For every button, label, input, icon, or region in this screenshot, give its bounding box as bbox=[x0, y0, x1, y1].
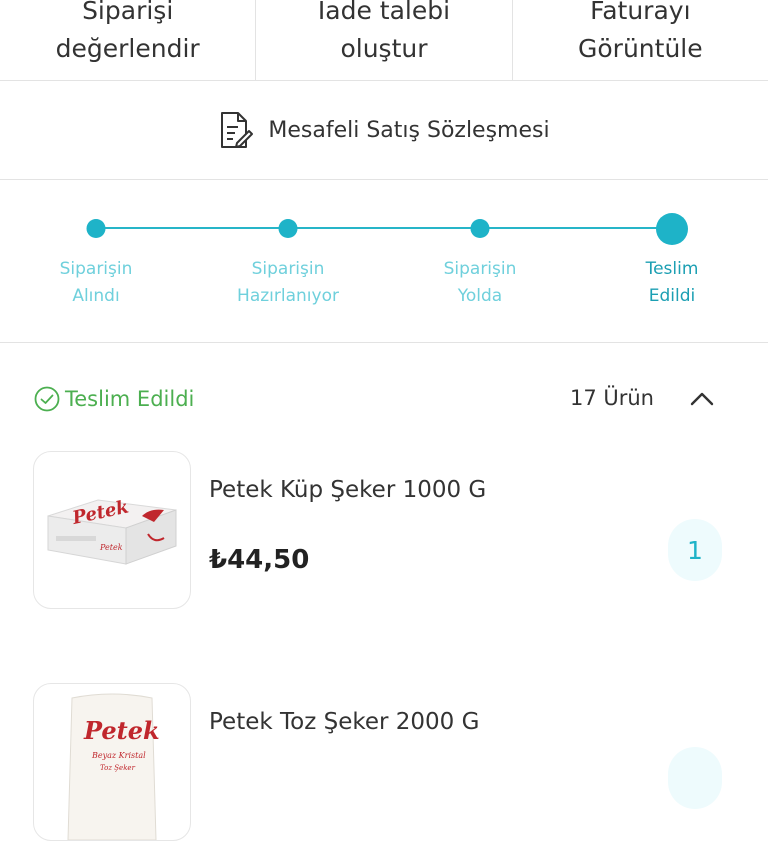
product-image: Petek Beyaz Kristal Toz Şeker bbox=[33, 683, 191, 841]
progress-line bbox=[96, 227, 672, 229]
create-return-button[interactable]: İade talebi oluştur bbox=[256, 0, 513, 80]
step-dot-preparing bbox=[278, 219, 298, 238]
view-invoice-label: Faturayı Görüntüle bbox=[578, 0, 703, 63]
brand-logo-text: Petek bbox=[83, 716, 160, 745]
rate-order-label: Siparişi değerlendir bbox=[55, 0, 200, 63]
shipment-status-row: Teslim Edildi 17 Ürün bbox=[0, 343, 768, 453]
step-label-received: Siparişin Alındı bbox=[59, 259, 133, 306]
step-label-preparing: Siparişin Hazırlanıyor bbox=[237, 259, 339, 306]
step-label-delivered: Teslim Edildi bbox=[645, 259, 699, 306]
order-actions-bar: Siparişi değerlendir İade talebi oluştur… bbox=[0, 0, 768, 81]
rate-order-button[interactable]: Siparişi değerlendir bbox=[0, 0, 257, 80]
check-circle-icon bbox=[34, 386, 60, 412]
product-quantity-badge: 1 bbox=[668, 519, 722, 581]
step-dot-received bbox=[86, 219, 106, 238]
item-count: 17 Ürün bbox=[569, 386, 654, 410]
step-label-shipping: Siparişin Yolda bbox=[443, 259, 517, 306]
sugar-box-image: Petek Petek bbox=[47, 497, 177, 565]
svg-text:Toz Şeker: Toz Şeker bbox=[100, 764, 136, 772]
product-item[interactable]: Petek Beyaz Kristal Toz Şeker Petek Toz … bbox=[0, 683, 768, 853]
document-edit-icon bbox=[221, 112, 254, 148]
sugar-bag-image: Petek Beyaz Kristal Toz Şeker bbox=[67, 693, 160, 840]
step-dot-shipping bbox=[470, 219, 490, 238]
contract-label: Mesafeli Satış Sözleşmesi bbox=[268, 117, 550, 143]
delivered-status: Teslim Edildi bbox=[33, 385, 194, 413]
create-return-label: İade talebi oluştur bbox=[317, 0, 451, 63]
product-quantity-badge bbox=[668, 747, 722, 809]
delivered-status-label: Teslim Edildi bbox=[65, 387, 195, 411]
distance-sales-contract-link[interactable]: Mesafeli Satış Sözleşmesi bbox=[0, 81, 768, 180]
product-item[interactable]: Petek Petek Petek Küp Şeker 1000 G ₺44,5… bbox=[0, 451, 768, 621]
view-invoice-button[interactable]: Faturayı Görüntüle bbox=[513, 0, 768, 80]
order-progress-tracker: Siparişin Alındı Siparişin Hazırlanıyor … bbox=[0, 180, 768, 343]
product-image: Petek Petek bbox=[33, 451, 191, 609]
product-name: Petek Küp Şeker 1000 G bbox=[209, 477, 487, 503]
svg-text:Beyaz Kristal: Beyaz Kristal bbox=[91, 751, 146, 760]
svg-text:Petek: Petek bbox=[99, 543, 123, 552]
step-dot-delivered bbox=[656, 213, 688, 245]
product-name: Petek Toz Şeker 2000 G bbox=[209, 709, 480, 735]
chevron-up-icon[interactable] bbox=[688, 385, 716, 413]
product-price: ₺44,50 bbox=[209, 545, 310, 575]
